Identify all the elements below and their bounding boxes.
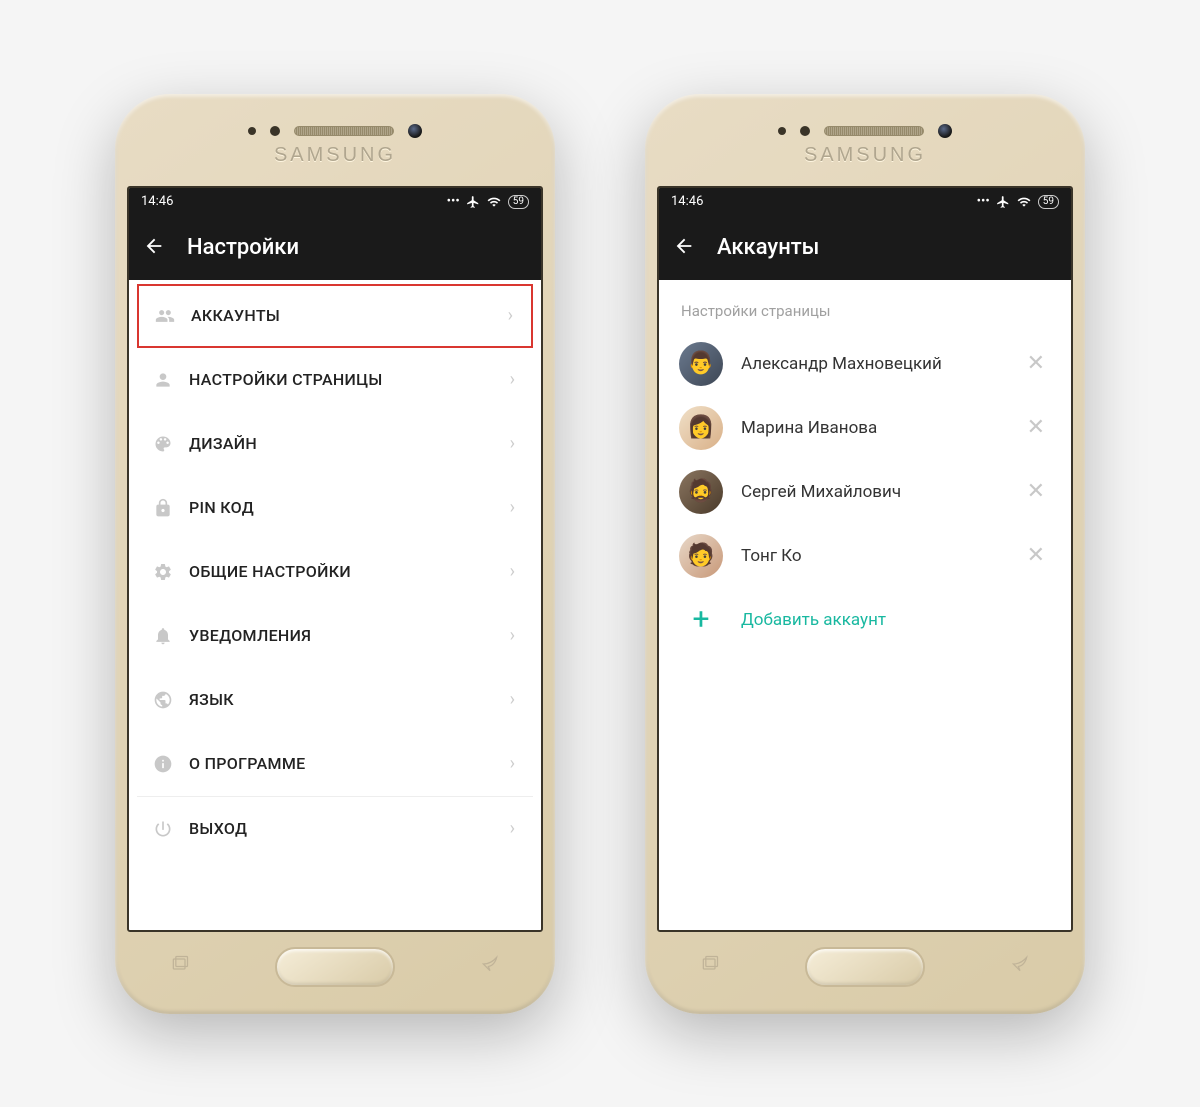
users-icon [149, 306, 181, 326]
back-button[interactable] [143, 235, 165, 261]
settings-item-label: ВЫХОД [179, 819, 510, 838]
wifi-icon [486, 195, 502, 209]
settings-item-label: УВЕДОМЛЕНИЯ [179, 626, 510, 645]
back-button[interactable] [673, 235, 695, 261]
more-icon: ••• [977, 194, 990, 209]
chevron-right-icon: › [510, 753, 515, 774]
phone-mockup-left: SAMSUNG 14:46 ••• 59 Настройки [115, 94, 555, 1014]
plus-icon: + [679, 602, 723, 637]
bell-icon [147, 626, 179, 646]
chevron-right-icon: › [510, 561, 515, 582]
avatar: 👨 [679, 342, 723, 386]
battery-indicator: 59 [1038, 195, 1059, 209]
account-row[interactable]: 🧔 Сергей Михайлович ✕ [659, 460, 1071, 524]
settings-item-general[interactable]: ОБЩИЕ НАСТРОЙКИ › [137, 540, 533, 604]
avatar: 🧔 [679, 470, 723, 514]
settings-item-language[interactable]: ЯЗЫК › [137, 668, 533, 732]
chevron-right-icon: › [510, 433, 515, 454]
wifi-icon [1016, 195, 1032, 209]
account-row[interactable]: 🧑 Тонг Ко ✕ [659, 524, 1071, 588]
page-title: Настройки [187, 235, 299, 260]
section-label: Настройки страницы [659, 284, 1071, 332]
power-icon [147, 819, 179, 839]
settings-list: АККАУНТЫ › НАСТРОЙКИ СТРАНИЦЫ › ДИЗАЙН › [129, 280, 541, 930]
more-icon: ••• [447, 194, 460, 209]
settings-item-label: НАСТРОЙКИ СТРАНИЦЫ [179, 370, 510, 389]
account-name: Александр Махновецкий [723, 354, 1021, 374]
phone-hardware-nav [127, 932, 543, 1002]
settings-item-notifications[interactable]: УВЕДОМЛЕНИЯ › [137, 604, 533, 668]
header-bar: Аккаунты [659, 216, 1071, 280]
back-hardware-button[interactable] [478, 954, 502, 979]
settings-item-label: PIN КОД [179, 498, 510, 517]
remove-account-button[interactable]: ✕ [1021, 473, 1051, 510]
phone-top-hardware: SAMSUNG [657, 106, 1073, 186]
home-button[interactable] [275, 947, 395, 987]
accounts-content: Настройки страницы 👨 Александр Махновецк… [659, 280, 1071, 930]
status-time: 14:46 [141, 194, 173, 209]
add-account-button[interactable]: + Добавить аккаунт [659, 588, 1071, 652]
account-row[interactable]: 👩 Марина Иванова ✕ [659, 396, 1071, 460]
account-name: Сергей Михайлович [723, 482, 1021, 502]
settings-item-label: ДИЗАЙН [179, 434, 510, 453]
chevron-right-icon: › [510, 497, 515, 518]
account-name: Тонг Ко [723, 546, 1021, 566]
phone-top-hardware: SAMSUNG [127, 106, 543, 186]
chevron-right-icon: › [510, 369, 515, 390]
remove-account-button[interactable]: ✕ [1021, 537, 1051, 574]
palette-icon [147, 434, 179, 454]
remove-account-button[interactable]: ✕ [1021, 409, 1051, 446]
recent-apps-button[interactable] [168, 954, 192, 979]
lock-icon [147, 498, 179, 518]
settings-item-design[interactable]: ДИЗАЙН › [137, 412, 533, 476]
chevron-right-icon: › [510, 689, 515, 710]
globe-icon [147, 690, 179, 710]
battery-indicator: 59 [508, 195, 529, 209]
settings-item-label: О ПРОГРАММЕ [179, 754, 510, 773]
header-bar: Настройки [129, 216, 541, 280]
device-brand: SAMSUNG [274, 144, 396, 167]
settings-item-accounts[interactable]: АККАУНТЫ › [137, 284, 533, 348]
chevron-right-icon: › [510, 818, 515, 839]
settings-item-pin[interactable]: PIN КОД › [137, 476, 533, 540]
recent-apps-button[interactable] [698, 954, 722, 979]
account-row[interactable]: 👨 Александр Махновецкий ✕ [659, 332, 1071, 396]
status-time: 14:46 [671, 194, 703, 209]
status-bar: 14:46 ••• 59 [129, 188, 541, 216]
phone-hardware-nav [657, 932, 1073, 1002]
settings-item-label: ЯЗЫК [179, 690, 510, 709]
avatar: 🧑 [679, 534, 723, 578]
chevron-right-icon: › [508, 305, 513, 326]
device-brand: SAMSUNG [804, 144, 926, 167]
page-title: Аккаунты [717, 235, 819, 260]
gear-icon [147, 562, 179, 582]
back-hardware-button[interactable] [1008, 954, 1032, 979]
settings-item-label: АККАУНТЫ [181, 306, 508, 325]
settings-item-label: ОБЩИЕ НАСТРОЙКИ [179, 562, 510, 581]
settings-item-logout[interactable]: ВЫХОД › [137, 797, 533, 861]
account-name: Марина Иванова [723, 418, 1021, 438]
home-button[interactable] [805, 947, 925, 987]
phone-mockup-right: SAMSUNG 14:46 ••• 59 Аккаунты Настройки [645, 94, 1085, 1014]
settings-item-about[interactable]: О ПРОГРАММЕ › [137, 732, 533, 796]
avatar: 👩 [679, 406, 723, 450]
remove-account-button[interactable]: ✕ [1021, 345, 1051, 382]
screen-left: 14:46 ••• 59 Настройки [127, 186, 543, 932]
airplane-icon [996, 195, 1010, 209]
screen-right: 14:46 ••• 59 Аккаунты Настройки страницы [657, 186, 1073, 932]
add-account-label: Добавить аккаунт [723, 610, 886, 630]
settings-item-page-settings[interactable]: НАСТРОЙКИ СТРАНИЦЫ › [137, 348, 533, 412]
chevron-right-icon: › [510, 625, 515, 646]
person-icon [147, 370, 179, 390]
airplane-icon [466, 195, 480, 209]
info-icon [147, 754, 179, 774]
status-bar: 14:46 ••• 59 [659, 188, 1071, 216]
